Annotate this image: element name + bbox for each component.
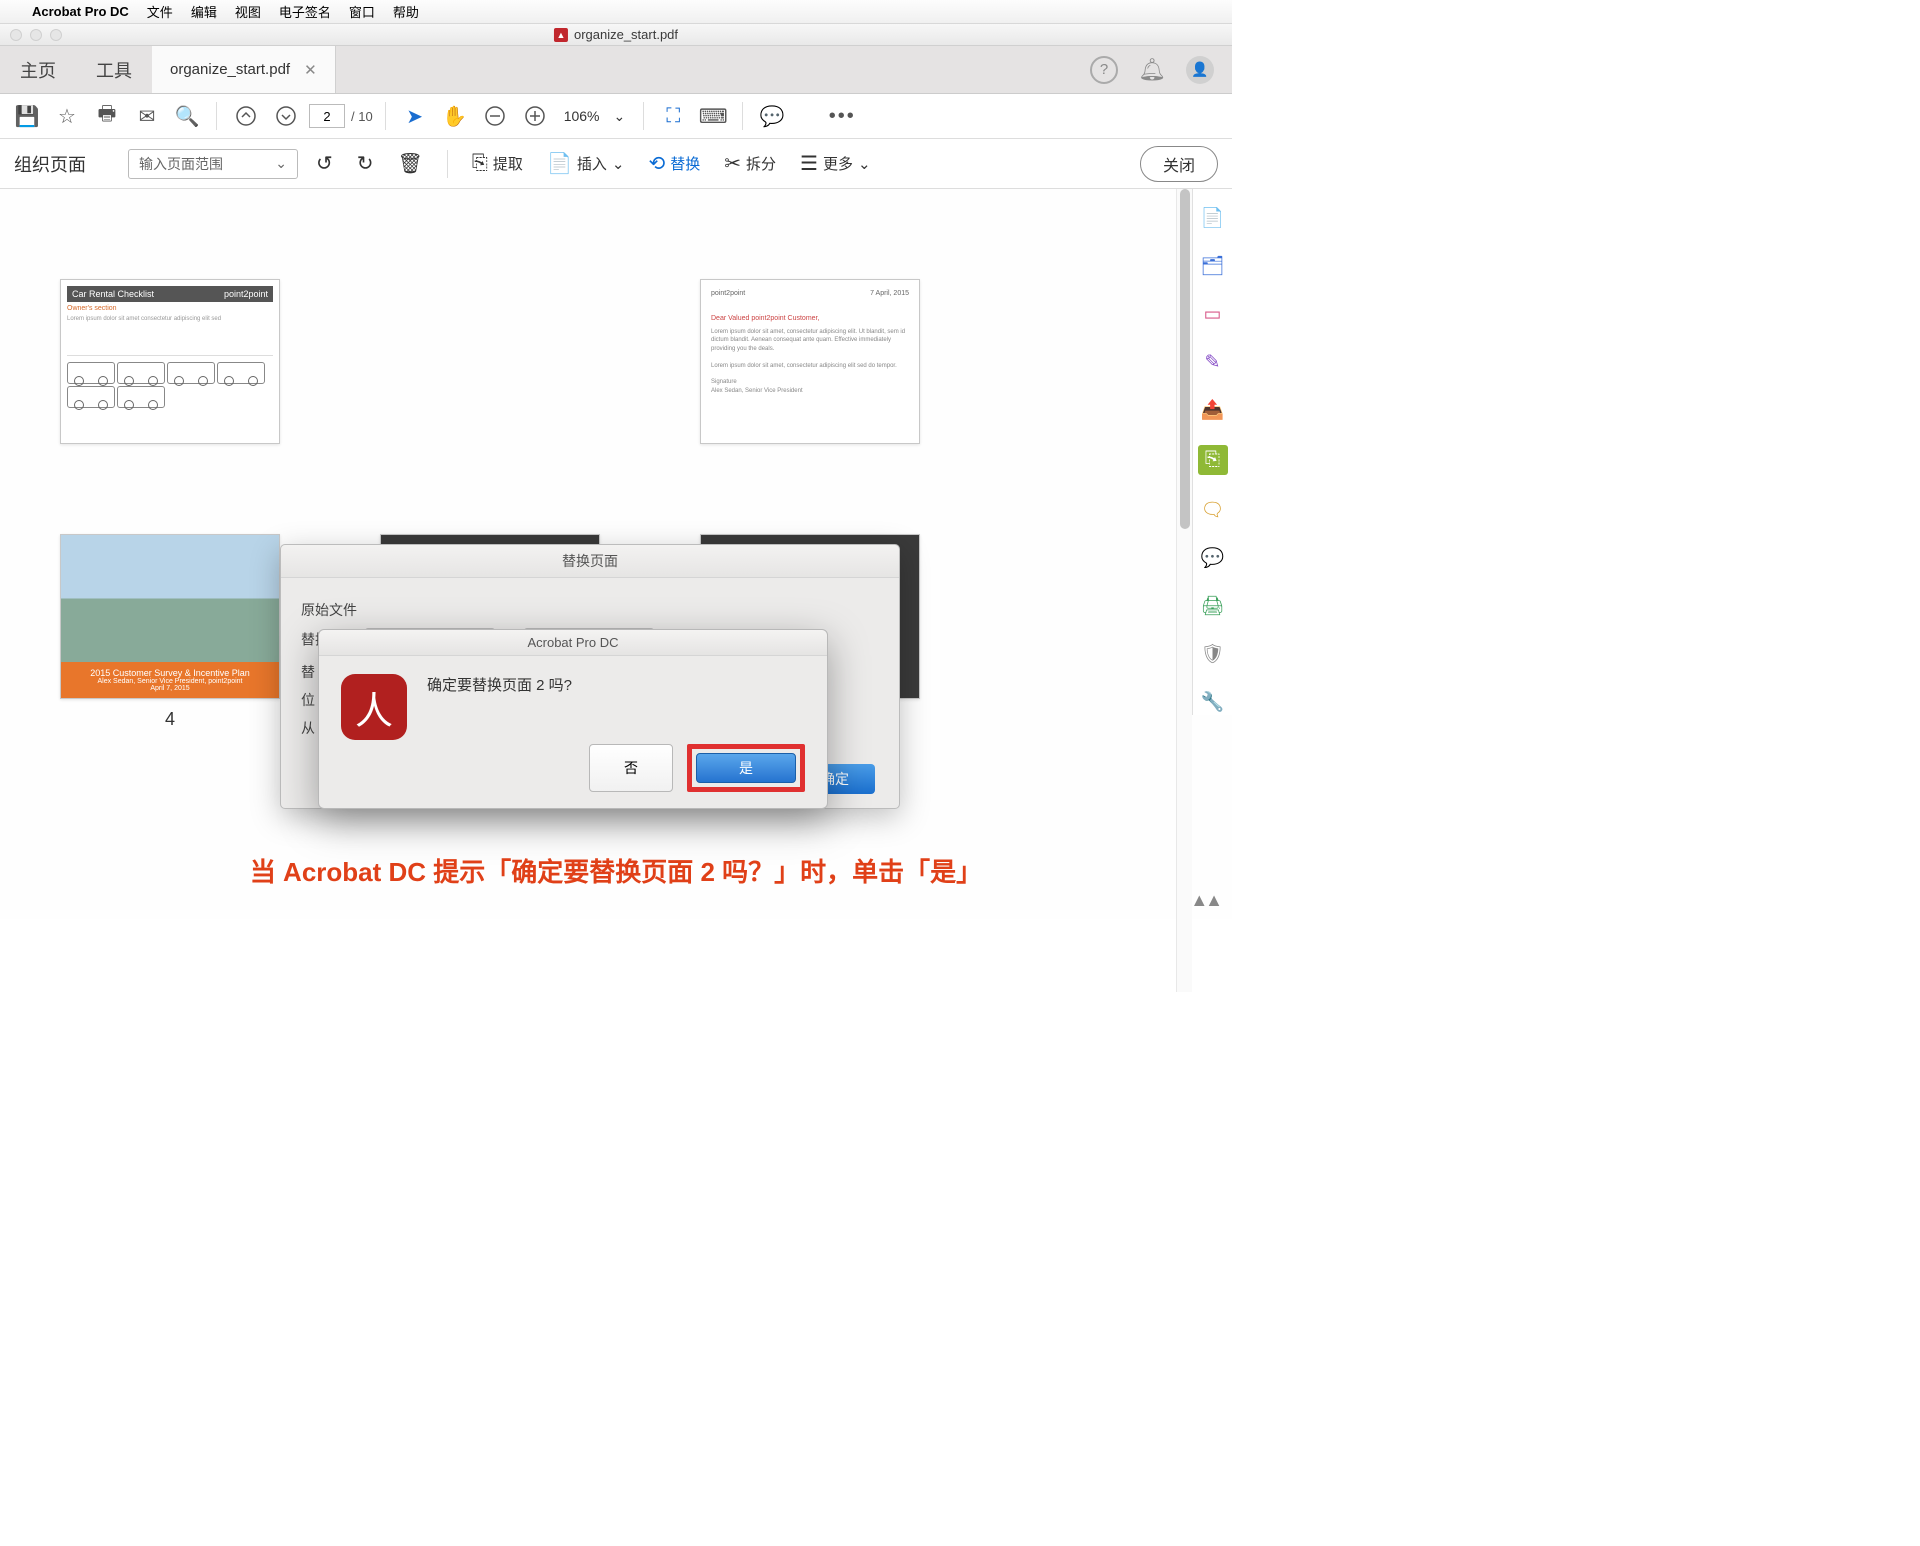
pointer-icon[interactable]: ➤ (398, 99, 432, 133)
app-name[interactable]: Acrobat Pro DC (32, 4, 129, 19)
instruction-caption: 当 Acrobat DC 提示「确定要替换页面 2 吗？」时，单击「是」 (0, 852, 1232, 889)
keyboard-icon[interactable]: ⌨ (696, 99, 730, 133)
comment-icon[interactable]: 💬 (755, 99, 789, 133)
more-button[interactable]: ☰更多⌄ (794, 147, 877, 181)
page-thumb-3[interactable]: point2point7 April, 2015 Dear Valued poi… (700, 279, 920, 444)
protect-icon[interactable]: 🛡 (1200, 641, 1226, 667)
extract-button[interactable]: ⎘提取 (466, 147, 529, 181)
tab-doc-label: organize_start.pdf (170, 61, 290, 78)
scissors-icon: ✂ (724, 151, 741, 176)
rotate-right-button[interactable]: ↻ (351, 147, 380, 181)
combine-icon[interactable]: 🗂 (1200, 253, 1226, 279)
right-tools-rail: 📄 🗂 ▭ ✎ 📤 ⎘ 🗨 💬 🖨 🛡 🔧 (1192, 189, 1232, 715)
resize-grip-icon: ▲▲ (1190, 890, 1220, 911)
menu-esign[interactable]: 电子签名 (279, 2, 331, 21)
trash-icon: 🗑 (398, 151, 423, 176)
insert-button[interactable]: 📄插入⌄ (541, 147, 631, 181)
menu-file[interactable]: 文件 (147, 2, 173, 21)
content-area: Car Rental Checklistpoint2point Owner's … (0, 189, 1232, 919)
menu-help[interactable]: 帮助 (393, 2, 419, 21)
more-tools-icon[interactable]: 🔧 (1200, 689, 1226, 715)
rotate-left-icon: ↺ (316, 151, 333, 176)
mac-menubar: Acrobat Pro DC 文件 编辑 视图 电子签名 窗口 帮助 (0, 0, 1232, 24)
edit-pdf-icon[interactable]: ▭ (1200, 301, 1226, 327)
export-icon[interactable]: 📤 (1200, 397, 1226, 423)
replace-icon: ⟲ (648, 151, 665, 176)
tab-tools[interactable]: 工具 (76, 46, 152, 93)
star-icon[interactable]: ☆ (50, 99, 84, 133)
rotate-left-button[interactable]: ↺ (310, 147, 339, 181)
zoom-out-icon[interactable] (478, 99, 512, 133)
comment-tool-icon[interactable]: 🗨 (1200, 497, 1226, 523)
extract-icon: ⎘ (472, 152, 488, 175)
main-toolbar: 💾 ☆ 🖶 ✉ 🔍 / 10 ➤ ✋ 106% ⌄ ⛶ ⌨ 💬 ••• (0, 94, 1232, 139)
yes-button-highlight: 是 (687, 744, 805, 792)
page-up-icon[interactable] (229, 99, 263, 133)
page-thumb-1[interactable]: Car Rental Checklistpoint2point Owner's … (60, 279, 280, 444)
sign-icon[interactable]: ✎ (1200, 349, 1226, 375)
acrobat-icon: 人 (341, 674, 407, 740)
no-button[interactable]: 否 (589, 744, 673, 792)
traffic-lights[interactable] (10, 29, 62, 41)
page-total: / 10 (351, 109, 373, 124)
chevron-down-icon: ⌄ (614, 108, 626, 125)
tab-document[interactable]: organize_start.pdf ✕ (152, 46, 336, 93)
scan-icon[interactable]: 🖨 (1200, 593, 1226, 619)
menu-edit[interactable]: 编辑 (191, 2, 217, 21)
vertical-scrollbar[interactable] (1176, 189, 1192, 992)
page-down-icon[interactable] (269, 99, 303, 133)
organize-icon[interactable]: ⎘ (1198, 445, 1228, 475)
dialog-title: 替换页面 (281, 545, 899, 578)
create-pdf-icon[interactable]: 📄 (1200, 205, 1226, 231)
mail-icon[interactable]: ✉ (130, 99, 164, 133)
tab-home[interactable]: 主页 (0, 46, 76, 93)
page-input[interactable] (309, 104, 345, 128)
organize-toolbar: 组织页面 输入页面范围 ⌄ ↺ ↻ 🗑 ⎘提取 📄插入⌄ ⟲替换 ✂拆分 ☰更多… (0, 139, 1232, 189)
more-icon[interactable]: ••• (825, 99, 859, 133)
range-placeholder: 输入页面范围 (139, 154, 223, 174)
yes-button[interactable]: 是 (696, 753, 796, 783)
fill-sign-icon[interactable]: 💬 (1200, 545, 1226, 571)
window-title: ▲ organize_start.pdf (554, 27, 678, 42)
save-icon[interactable]: 💾 (10, 99, 44, 133)
bell-icon[interactable]: 🔔︎ (1138, 57, 1166, 83)
hand-icon[interactable]: ✋ (438, 99, 472, 133)
tab-close-icon[interactable]: ✕ (304, 61, 317, 79)
zoom-value: 106% (564, 108, 600, 124)
print-icon[interactable]: 🖶 (90, 99, 124, 133)
close-button[interactable]: 关闭 (1140, 146, 1218, 182)
confirm-message: 确定要替换页面 2 吗? (427, 674, 572, 695)
insert-icon: 📄 (547, 151, 572, 176)
split-button[interactable]: ✂拆分 (718, 147, 782, 181)
delete-button[interactable]: 🗑 (392, 147, 429, 181)
search-icon[interactable]: 🔍 (170, 99, 204, 133)
rotate-right-icon: ↻ (357, 151, 374, 176)
zoom-in-icon[interactable] (518, 99, 552, 133)
chevron-down-icon: ⌄ (275, 155, 287, 172)
avatar[interactable]: 👤 (1186, 56, 1214, 84)
confirm-dialog: Acrobat Pro DC 人 确定要替换页面 2 吗? 否 是 (318, 629, 828, 809)
zoom-select[interactable]: 106% ⌄ (558, 108, 632, 125)
page-thumb-4[interactable]: 2015 Customer Survey & Incentive PlanAle… (60, 534, 280, 730)
window-title-text: organize_start.pdf (574, 27, 678, 42)
pdf-icon: ▲ (554, 28, 568, 42)
menu-view[interactable]: 视图 (235, 2, 261, 21)
organize-title: 组织页面 (14, 151, 86, 177)
window-titlebar: ▲ organize_start.pdf (0, 24, 1232, 46)
page-number: 4 (165, 709, 175, 730)
menu-window[interactable]: 窗口 (349, 2, 375, 21)
confirm-title: Acrobat Pro DC (319, 630, 827, 656)
dialog-section-label: 原始文件 (301, 600, 879, 620)
chevron-down-icon: ⌄ (612, 155, 625, 173)
chevron-down-icon: ⌄ (858, 155, 871, 173)
help-icon[interactable]: ? (1090, 56, 1118, 84)
fit-icon[interactable]: ⛶ (656, 99, 690, 133)
replace-button[interactable]: ⟲替换 (642, 147, 706, 181)
page-range-select[interactable]: 输入页面范围 ⌄ (128, 149, 298, 179)
list-icon: ☰ (800, 151, 818, 176)
tabs-row: 主页 工具 organize_start.pdf ✕ ? 🔔︎ 👤 (0, 46, 1232, 94)
